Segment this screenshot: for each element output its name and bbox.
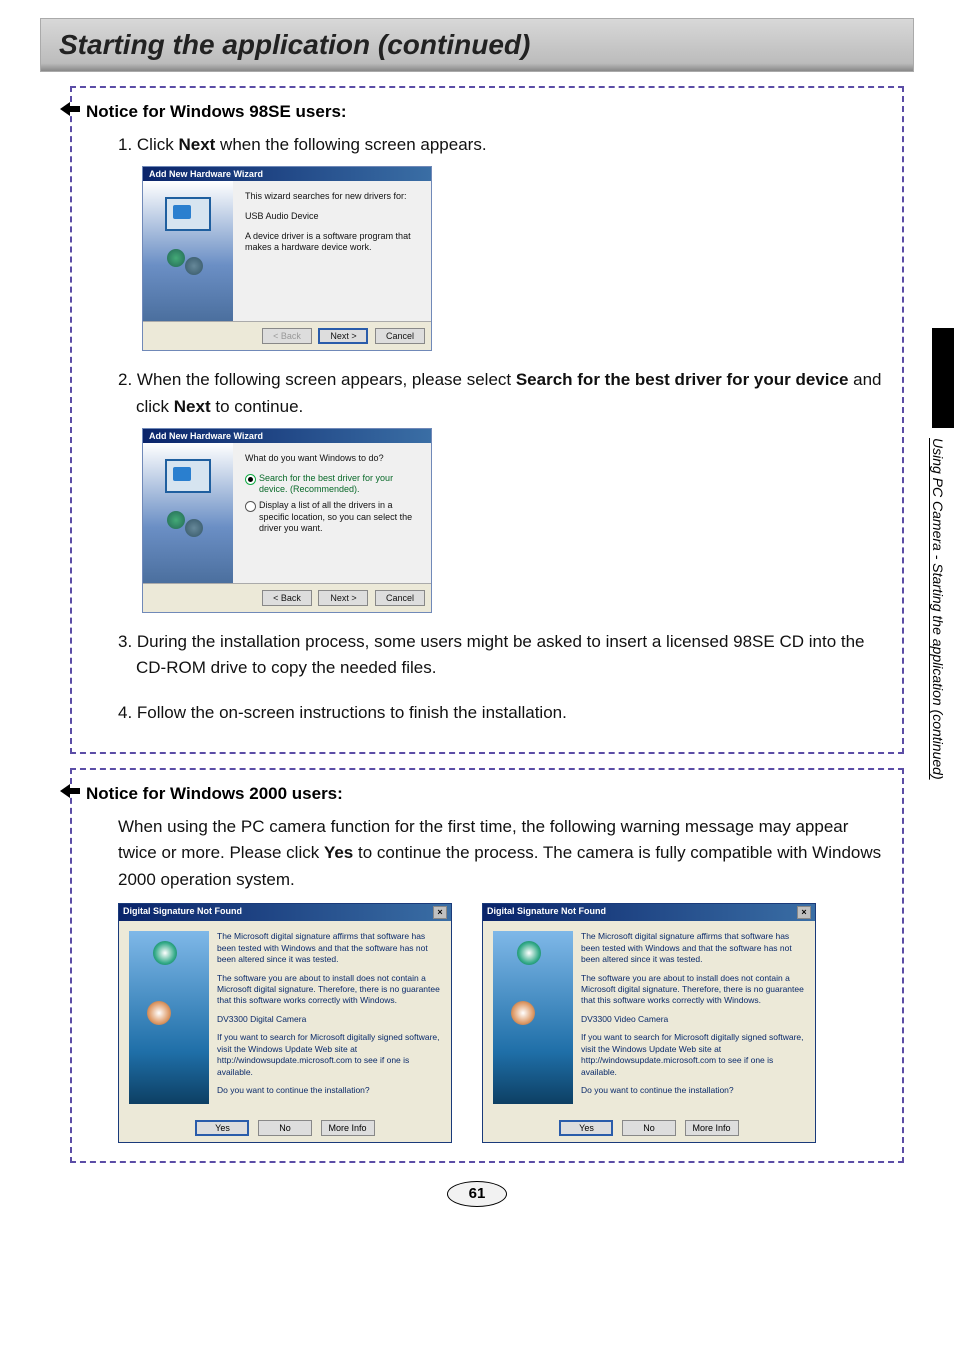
dsig2-moreinfo-button[interactable]: More Info <box>685 1120 739 1136</box>
monitor-icon <box>165 197 211 231</box>
wizard1-back-button[interactable]: < Back <box>262 328 312 344</box>
step2-bold1: Search for the best driver for your devi… <box>516 370 849 389</box>
n2000-bold: Yes <box>324 843 353 862</box>
dsig2-titlebar: Digital Signature Not Found × <box>483 904 815 921</box>
wizard2-buttonbar: < Back Next > Cancel <box>143 583 431 612</box>
wizard2-option-1[interactable]: Search for the best driver for your devi… <box>245 473 419 496</box>
dsig2-no-button[interactable]: No <box>622 1120 676 1136</box>
dsig-dialog-2: Digital Signature Not Found × The Micros… <box>482 903 816 1143</box>
step2-post: to continue. <box>211 397 304 416</box>
dsig1-titlebar: Digital Signature Not Found × <box>119 904 451 921</box>
dsig1-no-button[interactable]: No <box>258 1120 312 1136</box>
notice-2000-block: Notice for Windows 2000 users: When usin… <box>70 768 904 1163</box>
page-number: 61 <box>447 1181 507 1207</box>
pointing-hand-icon <box>58 100 82 118</box>
dsig1-p2: The software you are about to install do… <box>217 973 441 1007</box>
step1-pre: 1. Click <box>118 135 178 154</box>
side-tab-label: Using PC Camera - Starting the applicati… <box>930 438 946 780</box>
wizard1-line1: This wizard searches for new drivers for… <box>245 191 419 203</box>
side-tab-marker <box>932 328 954 428</box>
wizard1-cancel-button[interactable]: Cancel <box>375 328 425 344</box>
dsig2-graphic <box>493 931 573 1104</box>
step-3: 3. During the installation process, some… <box>118 629 888 682</box>
wizard2-back-button[interactable]: < Back <box>262 590 312 606</box>
step-4: 4. Follow the on-screen instructions to … <box>118 700 888 726</box>
dsig2-body: The Microsoft digital signature affirms … <box>483 921 815 1114</box>
dsig2-p1: The Microsoft digital signature affirms … <box>581 931 805 965</box>
monitor-icon <box>165 459 211 493</box>
wizard2-cancel-button[interactable]: Cancel <box>375 590 425 606</box>
dsig2-p2: The software you are about to install do… <box>581 973 805 1007</box>
wizard-screenshot-1: Add New Hardware Wizard This wizard sear… <box>142 166 432 351</box>
dsig1-buttonbar: Yes No More Info <box>119 1114 451 1142</box>
dsig1-title: Digital Signature Not Found <box>123 906 242 919</box>
wizard2-option-2[interactable]: Display a list of all the drivers in a s… <box>245 500 419 535</box>
step1-post: when the following screen appears. <box>215 135 486 154</box>
wizard1-next-button[interactable]: Next > <box>318 328 368 344</box>
wizard1-sidebar <box>143 181 233 321</box>
step2-bold2: Next <box>174 397 211 416</box>
wizard1-title: Add New Hardware Wizard <box>143 167 431 181</box>
wizard1-body: This wizard searches for new drivers for… <box>143 181 431 321</box>
step2-pre: 2. When the following screen appears, pl… <box>118 370 516 389</box>
notice-2000-header: Notice for Windows 2000 users: <box>86 784 888 804</box>
dsig1-text: The Microsoft digital signature affirms … <box>217 931 441 1104</box>
gears-icon <box>163 511 213 541</box>
dsig1-p3: If you want to search for Microsoft digi… <box>217 1032 441 1078</box>
step-2: 2. When the following screen appears, pl… <box>118 367 888 420</box>
notice-98se-header: Notice for Windows 98SE users: <box>86 102 888 122</box>
dsig2-buttonbar: Yes No More Info <box>483 1114 815 1142</box>
wizard2-prompt: What do you want Windows to do? <box>245 453 419 465</box>
page-number-container: 61 <box>0 1181 954 1207</box>
step1-bold: Next <box>178 135 215 154</box>
wizard1-content: This wizard searches for new drivers for… <box>233 181 431 321</box>
dsig2-p4: Do you want to continue the installation… <box>581 1085 805 1096</box>
wizard2-content: What do you want Windows to do? Search f… <box>233 443 431 583</box>
dsig2-device: DV3300 Video Camera <box>581 1014 805 1025</box>
dsig1-body: The Microsoft digital signature affirms … <box>119 921 451 1114</box>
dsig1-p1: The Microsoft digital signature affirms … <box>217 931 441 965</box>
dsig-dialog-1: Digital Signature Not Found × The Micros… <box>118 903 452 1143</box>
dsig2-p3: If you want to search for Microsoft digi… <box>581 1032 805 1078</box>
wizard-screenshot-2: Add New Hardware Wizard What do you want… <box>142 428 432 613</box>
dsig2-yes-button[interactable]: Yes <box>559 1120 613 1136</box>
gears-icon <box>163 249 213 279</box>
dsig1-p4: Do you want to continue the installation… <box>217 1085 441 1096</box>
dsig1-graphic <box>129 931 209 1104</box>
page-title-bar: Starting the application (continued) <box>40 18 914 72</box>
side-tab: Using PC Camera - Starting the applicati… <box>916 328 954 948</box>
wizard2-title: Add New Hardware Wizard <box>143 429 431 443</box>
dsig1-moreinfo-button[interactable]: More Info <box>321 1120 375 1136</box>
wizard1-device: USB Audio Device <box>245 211 419 223</box>
wizard1-line2: A device driver is a software program th… <box>245 231 419 254</box>
dsig1-yes-button[interactable]: Yes <box>195 1120 249 1136</box>
wizard2-next-button[interactable]: Next > <box>318 590 368 606</box>
notice-98se-block: Notice for Windows 98SE users: 1. Click … <box>70 86 904 754</box>
notice-2000-body: When using the PC camera function for th… <box>118 814 888 893</box>
pointing-hand-icon <box>58 782 82 800</box>
close-icon[interactable]: × <box>433 906 447 919</box>
wizard2-body: What do you want Windows to do? Search f… <box>143 443 431 583</box>
step-1: 1. Click Next when the following screen … <box>118 132 888 158</box>
page-title: Starting the application (continued) <box>59 29 895 61</box>
dsig2-title: Digital Signature Not Found <box>487 906 606 919</box>
close-icon[interactable]: × <box>797 906 811 919</box>
dsig1-device: DV3300 Digital Camera <box>217 1014 441 1025</box>
wizard1-buttonbar: < Back Next > Cancel <box>143 321 431 350</box>
wizard2-sidebar <box>143 443 233 583</box>
dsig2-text: The Microsoft digital signature affirms … <box>581 931 805 1104</box>
dsig-row: Digital Signature Not Found × The Micros… <box>118 903 888 1143</box>
